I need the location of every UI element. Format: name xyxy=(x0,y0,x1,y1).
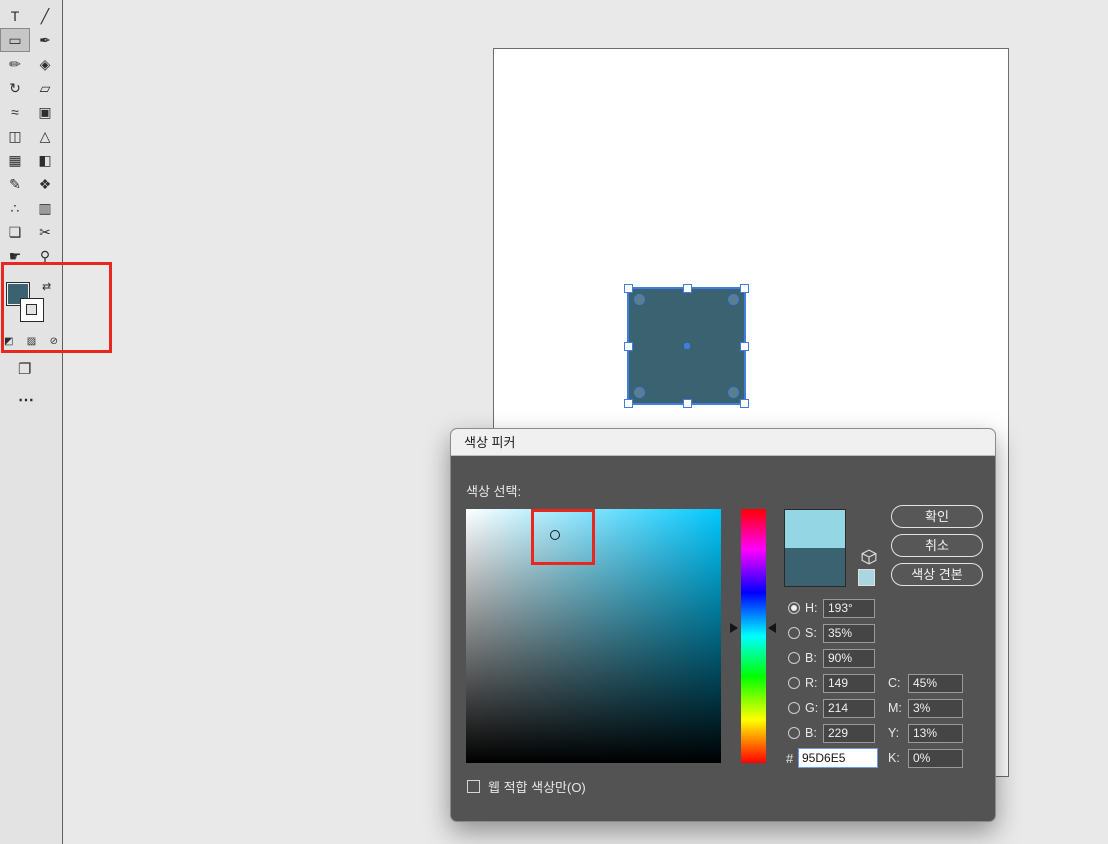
handle-top-left[interactable] xyxy=(624,284,633,293)
handle-middle-right[interactable] xyxy=(740,342,749,351)
row-b: B: xyxy=(788,648,875,668)
row-s: S: xyxy=(788,623,875,643)
b2-input[interactable] xyxy=(823,723,875,743)
row-hex: # xyxy=(786,748,878,768)
slice-tool-icon[interactable]: ✂ xyxy=(30,220,60,244)
cancel-button[interactable]: 취소 xyxy=(891,534,983,557)
handle-bottom-right[interactable] xyxy=(740,399,749,408)
b2-radio[interactable] xyxy=(788,727,800,739)
selected-rectangle[interactable] xyxy=(624,284,749,408)
handle-bottom-left[interactable] xyxy=(624,399,633,408)
r-radio[interactable] xyxy=(788,677,800,689)
eraser-tool-icon[interactable]: ◈ xyxy=(30,52,60,76)
g-radio[interactable] xyxy=(788,702,800,714)
row-h: H: xyxy=(788,598,875,618)
free-transform-tool-icon[interactable]: ▣ xyxy=(30,100,60,124)
pencil-tool-icon[interactable]: ✏ xyxy=(0,52,30,76)
hue-slider-arrow-left[interactable] xyxy=(730,623,738,633)
web-colors-checkbox[interactable] xyxy=(467,779,480,793)
m-label: M: xyxy=(888,701,902,715)
highlight-box-swatches xyxy=(1,262,112,353)
y-label: Y: xyxy=(888,726,900,740)
dialog-title: 색상 피커 xyxy=(464,435,516,450)
color-swatches-button[interactable]: 색상 견본 xyxy=(891,563,983,586)
hue-slider-arrow-right[interactable] xyxy=(768,623,776,633)
mesh-tool-icon[interactable]: ▦ xyxy=(0,148,30,172)
m-input[interactable] xyxy=(908,698,963,718)
graph-tool-icon[interactable]: ▥ xyxy=(30,196,60,220)
color-preview xyxy=(784,509,846,587)
y-input[interactable] xyxy=(908,723,963,743)
row-y: Y: xyxy=(888,723,963,743)
select-color-label: 색상 선택: xyxy=(466,484,522,499)
color-picker-dialog: 색상 피커 색상 선택: 확인 취소 색상 견본 H: S: xyxy=(450,428,996,822)
hex-input[interactable] xyxy=(798,748,878,768)
ok-button[interactable]: 확인 xyxy=(891,505,983,528)
s-input[interactable] xyxy=(823,623,875,643)
b-radio[interactable] xyxy=(788,652,800,664)
corner-widget-bottom-left[interactable] xyxy=(634,387,645,398)
dialog-titlebar[interactable]: 색상 피커 xyxy=(451,429,995,456)
rotate-tool-icon[interactable]: ↻ xyxy=(0,76,30,100)
blend-tool-icon[interactable]: ❖ xyxy=(30,172,60,196)
corner-widget-top-left[interactable] xyxy=(634,294,645,305)
line-segment-tool-icon[interactable]: ╱ xyxy=(30,4,60,28)
hue-slider[interactable] xyxy=(741,509,766,763)
tool-panel: T ╱ ▭ ✒ ✏ ◈ ↻ ▱ ≈ ▣ ◫ △ ▦ ◧ ✎ ❖ ∴ ▥ ❏ ✂ … xyxy=(0,0,63,844)
k-label: K: xyxy=(888,751,900,765)
h-radio[interactable] xyxy=(788,602,800,614)
row-c: C: xyxy=(888,673,963,693)
g-label: G: xyxy=(805,701,819,715)
tool-grid: T ╱ ▭ ✒ ✏ ◈ ↻ ▱ ≈ ▣ ◫ △ ▦ ◧ ✎ ❖ ∴ ▥ ❏ ✂ … xyxy=(0,0,62,268)
handle-bottom-middle[interactable] xyxy=(682,399,692,408)
b2-label: B: xyxy=(805,726,817,740)
gradient-tool-icon[interactable]: ◧ xyxy=(30,148,60,172)
screen-mode-icon[interactable]: ❐ xyxy=(18,360,31,378)
artboard-tool-icon[interactable]: ❏ xyxy=(0,220,30,244)
width-tool-icon[interactable]: ≈ xyxy=(0,100,30,124)
saturation-brightness-field[interactable] xyxy=(466,509,721,763)
gamut-cube-icon[interactable] xyxy=(861,549,877,565)
center-point[interactable] xyxy=(683,343,690,349)
shape-builder-tool-icon[interactable]: ◫ xyxy=(0,124,30,148)
web-colors-row: 웹 적합 색상만(O) xyxy=(467,778,586,795)
web-color-swatch[interactable] xyxy=(858,569,875,586)
corner-widget-bottom-right[interactable] xyxy=(728,387,739,398)
h-input[interactable] xyxy=(823,598,875,618)
b-label: B: xyxy=(805,651,817,665)
perspective-grid-tool-icon[interactable]: △ xyxy=(30,124,60,148)
handle-top-right[interactable] xyxy=(740,284,749,293)
k-input[interactable] xyxy=(908,748,963,768)
c-input[interactable] xyxy=(908,673,963,693)
symbol-sprayer-tool-icon[interactable]: ∴ xyxy=(0,196,30,220)
row-b2: B: xyxy=(788,723,875,743)
highlight-box-marker xyxy=(531,509,595,565)
row-g: G: xyxy=(788,698,875,718)
more-tools-icon[interactable]: ⋯ xyxy=(18,390,34,410)
row-r: R: xyxy=(788,673,875,693)
s-radio[interactable] xyxy=(788,627,800,639)
type-tool-icon[interactable]: T xyxy=(0,4,30,28)
scale-tool-icon[interactable]: ▱ xyxy=(30,76,60,100)
eyedropper-tool-icon[interactable]: ✎ xyxy=(0,172,30,196)
row-m: M: xyxy=(888,698,963,718)
g-input[interactable] xyxy=(823,698,875,718)
s-label: S: xyxy=(805,626,817,640)
r-label: R: xyxy=(805,676,818,690)
r-input[interactable] xyxy=(823,673,875,693)
c-label: C: xyxy=(888,676,901,690)
handle-middle-left[interactable] xyxy=(624,342,633,351)
b-input[interactable] xyxy=(823,648,875,668)
current-color-swatch[interactable] xyxy=(785,548,845,586)
row-k: K: xyxy=(888,748,963,768)
web-colors-label: 웹 적합 색상만(O) xyxy=(488,779,586,795)
rectangle-tool-icon[interactable]: ▭ xyxy=(0,28,30,52)
hex-label: # xyxy=(786,750,794,766)
h-label: H: xyxy=(805,601,818,615)
corner-widget-top-right[interactable] xyxy=(728,294,739,305)
handle-top-middle[interactable] xyxy=(682,284,692,293)
paintbrush-tool-icon[interactable]: ✒ xyxy=(30,28,60,52)
app-window: T ╱ ▭ ✒ ✏ ◈ ↻ ▱ ≈ ▣ ◫ △ ▦ ◧ ✎ ❖ ∴ ▥ ❏ ✂ … xyxy=(0,0,1108,844)
new-color-swatch xyxy=(785,510,845,548)
